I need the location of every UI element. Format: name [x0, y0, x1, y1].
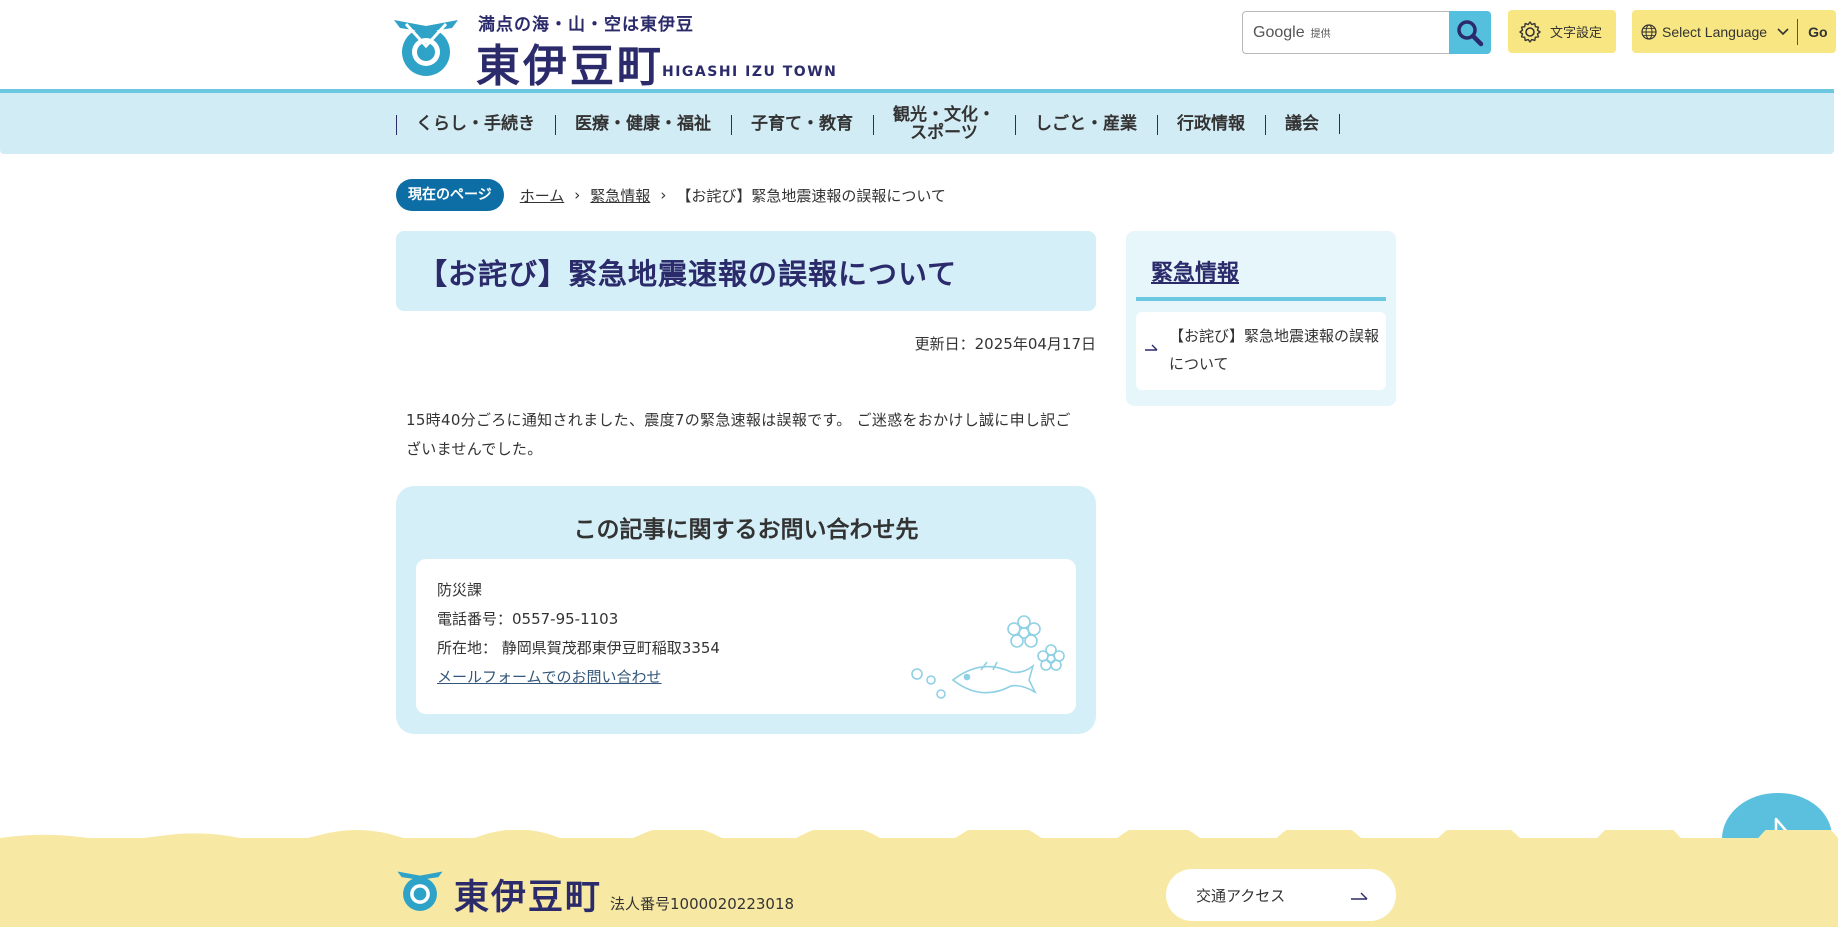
search-button[interactable]: [1449, 11, 1491, 54]
nav-item-administration[interactable]: 行政情報: [1157, 93, 1265, 154]
global-navigation: くらし・手続き 医療・健康・福祉 子育て・教育 観光・文化・ スポーツ しごと・…: [0, 89, 1834, 154]
nav-item-work[interactable]: しごと・産業: [1015, 93, 1157, 154]
sidebar-item[interactable]: 【お詫び】緊急地震速報の誤報について: [1136, 312, 1386, 390]
breadcrumb-section-link[interactable]: 緊急情報: [590, 185, 650, 206]
gear-icon: [1519, 20, 1541, 43]
contact-title: この記事に関するお問い合わせ先: [573, 517, 919, 543]
nav-item-label: 観光・文化・ スポーツ: [893, 104, 995, 143]
contact-card: 防災課 電話番号：0557-95-1103 所在地： 静岡県賀茂郡東伊豆町稲取3…: [416, 559, 1076, 714]
site-header: 満点の海・山・空は東伊豆 東伊豆町 HIGASHI IZU TOWN Googl…: [0, 0, 1838, 92]
fish-flower-illustration: [911, 615, 1065, 699]
sidebar-divider: [1136, 297, 1386, 301]
divider: [1797, 18, 1799, 45]
nav-item-label: 議会: [1285, 113, 1319, 134]
arrow-right-icon: [1145, 344, 1158, 351]
nav-item-tourism[interactable]: 観光・文化・ スポーツ: [873, 93, 1015, 154]
sidebar-title[interactable]: 緊急情報: [1151, 255, 1239, 287]
search-icon: [1457, 19, 1484, 46]
site-title-en: HIGASHI IZU TOWN: [662, 64, 838, 80]
page-title-box: 【お詫び】緊急地震速報の誤報について: [396, 231, 1096, 311]
footer-corporate-number: 法人番号1000020223018: [610, 895, 795, 913]
contact-section: この記事に関するお問い合わせ先 防災課 電話番号：0557-95-1103 所在…: [396, 486, 1096, 734]
sidebar-item-label: 【お詫び】緊急地震速報の誤報について: [1169, 327, 1380, 373]
chevron-right-icon: ›: [574, 186, 581, 204]
footer-town-name: 東伊豆町: [454, 877, 603, 918]
search-provided-label: 提供: [1310, 29, 1331, 40]
language-select-label: Select Language: [1662, 23, 1768, 40]
nav-item-label: 医療・健康・福祉: [575, 113, 711, 134]
nav-item-label: しごと・産業: [1035, 113, 1137, 134]
town-emblem-logo[interactable]: [392, 16, 460, 78]
language-go-button[interactable]: Go: [1808, 24, 1827, 40]
page-title: 【お詫び】緊急地震速報の誤報について: [418, 257, 958, 291]
nav-divider: [1339, 113, 1340, 134]
contact-mail-link[interactable]: メールフォームでのお問い合わせ: [437, 668, 662, 686]
nav-item-living[interactable]: くらし・手続き: [396, 93, 555, 154]
nav-item-health[interactable]: 医療・健康・福祉: [555, 93, 731, 154]
contact-phone: 電話番号：0557-95-1103: [437, 610, 619, 628]
site-footer: [0, 838, 1838, 927]
access-button[interactable]: 交通アクセス: [1166, 869, 1396, 921]
chevron-down-icon: [1777, 25, 1789, 39]
text-settings-button[interactable]: 文字設定: [1508, 10, 1616, 53]
sidebar: 緊急情報 【お詫び】緊急地震速報の誤報について: [1126, 231, 1396, 406]
nav-item-childcare[interactable]: 子育て・教育: [731, 93, 873, 154]
nav-item-label: 子育て・教育: [751, 113, 853, 134]
current-page-badge: 現在のページ: [396, 179, 504, 211]
global-nav-list: くらし・手続き 医療・健康・福祉 子育て・教育 観光・文化・ スポーツ しごと・…: [396, 93, 1340, 154]
globe-icon: [1641, 23, 1657, 40]
site-title[interactable]: 東伊豆町: [476, 30, 664, 94]
breadcrumb-current: 【お詫び】緊急地震速報の誤報について: [676, 186, 946, 205]
contact-department: 防災課: [437, 581, 483, 599]
search-brand: Google: [1253, 23, 1305, 41]
article-body: 15時40分ごろに通知されました、震度7の緊急速報は誤報です。 ご迷惑をおかけし…: [406, 411, 1071, 458]
nav-item-label: 行政情報: [1177, 113, 1245, 134]
breadcrumb: 現在のページ ホーム › 緊急情報 › 【お詫び】緊急地震速報の誤報について: [396, 179, 946, 211]
arrow-right-icon: [1351, 892, 1368, 900]
chevron-right-icon: ›: [660, 186, 667, 204]
text-settings-label: 文字設定: [1550, 26, 1603, 41]
footer-emblem-logo: [397, 871, 443, 911]
updated-date: 更新日：2025年04月17日: [914, 335, 1096, 353]
search-input[interactable]: Google 提供: [1242, 11, 1450, 54]
breadcrumb-home-link[interactable]: ホーム: [520, 185, 565, 206]
contact-address: 所在地： 静岡県賀茂郡東伊豆町稲取3354: [437, 639, 720, 657]
access-button-label: 交通アクセス: [1196, 887, 1286, 905]
language-select[interactable]: Select Language Go: [1632, 10, 1836, 53]
nav-item-assembly[interactable]: 議会: [1265, 93, 1339, 154]
nav-item-label: くらし・手続き: [416, 113, 535, 134]
